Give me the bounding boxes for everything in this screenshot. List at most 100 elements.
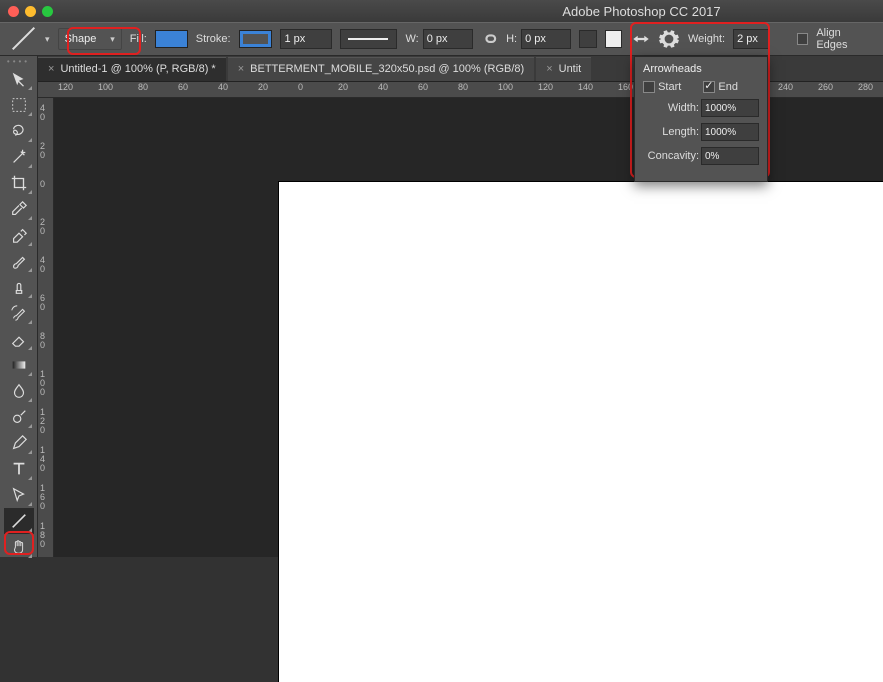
ruler-tick: 160 [618, 82, 633, 92]
arrow-length-label: Length: [643, 126, 699, 138]
ruler-tick: 100 [40, 370, 45, 397]
start-label: Start [658, 81, 681, 93]
ruler-tick: 120 [58, 82, 73, 92]
arrow-concavity-label: Concavity: [643, 150, 699, 162]
crop-tool[interactable] [4, 170, 34, 196]
ruler-tick: 40 [218, 82, 228, 92]
ruler-tick: 120 [538, 82, 553, 92]
close-window-icon[interactable] [8, 6, 19, 17]
eyedropper-tool[interactable] [4, 196, 34, 222]
lasso-tool[interactable] [4, 118, 34, 144]
panel-title: Arrowheads [643, 63, 759, 75]
stroke-style-dropdown[interactable] [340, 29, 398, 49]
grip-icon[interactable]: •••• [0, 56, 37, 66]
arrow-width-input[interactable] [701, 99, 759, 117]
end-label: End [718, 81, 738, 93]
ruler-tick: 60 [178, 82, 188, 92]
line-tool[interactable] [4, 508, 34, 534]
history-brush-tool[interactable] [4, 300, 34, 326]
path-arrange-icon[interactable] [630, 28, 652, 50]
document-canvas[interactable] [279, 182, 883, 682]
ruler-tick: 100 [98, 82, 113, 92]
arrow-width-label: Width: [643, 102, 699, 114]
move-tool[interactable] [4, 66, 34, 92]
mode-label: Shape [65, 33, 97, 45]
height-input[interactable] [521, 29, 571, 49]
ruler-tick: 160 [40, 484, 45, 511]
align-edges-label: Align Edges [816, 27, 873, 51]
weight-input[interactable] [733, 29, 769, 49]
tab-label: BETTERMENT_MOBILE_320x50.psd @ 100% (RGB… [250, 63, 524, 75]
document-tab[interactable]: × Untitled-1 @ 100% (P, RGB/8) * [38, 57, 226, 81]
chevron-down-icon: ▾ [110, 34, 115, 45]
pick-tool-mode-dropdown[interactable]: Shape ▾ [58, 28, 122, 50]
width-input[interactable] [423, 29, 473, 49]
fill-swatch[interactable] [155, 30, 188, 48]
stroke-swatch[interactable] [239, 30, 272, 48]
ruler-tick: 120 [40, 408, 45, 435]
magic-wand-tool[interactable] [4, 144, 34, 170]
document-tab[interactable]: × Untit [536, 57, 591, 81]
ruler-tick: 260 [818, 82, 833, 92]
ruler-tick: 20 [40, 142, 45, 160]
minimize-window-icon[interactable] [25, 6, 36, 17]
ruler-tick: 80 [458, 82, 468, 92]
ruler-tick: 0 [40, 180, 45, 189]
ruler-tick: 20 [338, 82, 348, 92]
ruler-tick: 60 [418, 82, 428, 92]
tab-label: Untitled-1 @ 100% (P, RGB/8) * [60, 63, 215, 75]
link-icon[interactable] [481, 30, 498, 48]
document-tab[interactable]: × BETTERMENT_MOBILE_320x50.psd @ 100% (R… [228, 57, 534, 81]
ruler-tick: 20 [258, 82, 268, 92]
ruler-tick: 80 [138, 82, 148, 92]
blur-tool[interactable] [4, 378, 34, 404]
stamp-tool[interactable] [4, 274, 34, 300]
arrow-concavity-input[interactable] [701, 147, 759, 165]
ruler-tick: 140 [578, 82, 593, 92]
options-bar: ▾ Shape ▾ Fill: Stroke: W: H: Weight: Al… [0, 22, 883, 56]
brush-tool[interactable] [4, 248, 34, 274]
close-icon[interactable]: × [546, 63, 552, 75]
weight-label: Weight: [688, 33, 725, 45]
title-bar: Adobe Photoshop CC 2017 [0, 0, 883, 22]
ruler-tick: 40 [40, 104, 45, 122]
tab-label: Untit [559, 63, 582, 75]
ruler-tick: 140 [40, 446, 45, 473]
vertical-ruler[interactable]: 4020020406080100120140160180 [38, 98, 54, 557]
zoom-window-icon[interactable] [42, 6, 53, 17]
path-ops-icon[interactable] [579, 30, 596, 48]
ruler-tick: 100 [498, 82, 513, 92]
height-label: H: [506, 33, 517, 45]
ruler-tick: 40 [378, 82, 388, 92]
gradient-tool[interactable] [4, 352, 34, 378]
dodge-tool[interactable] [4, 404, 34, 430]
app-title: Adobe Photoshop CC 2017 [562, 4, 720, 19]
ruler-tick: 20 [40, 218, 45, 236]
window-controls [8, 6, 53, 17]
path-align-icon[interactable] [605, 30, 622, 48]
hand-tool[interactable] [4, 534, 34, 560]
tool-preset-icon[interactable] [10, 29, 37, 49]
pen-tool[interactable] [4, 430, 34, 456]
align-edges-checkbox[interactable] [797, 33, 809, 45]
ruler-tick: 60 [40, 294, 45, 312]
stroke-width-input[interactable] [280, 29, 332, 49]
close-icon[interactable]: × [238, 63, 244, 75]
close-icon[interactable]: × [48, 63, 54, 75]
ruler-tick: 180 [40, 522, 45, 549]
gear-icon[interactable] [658, 28, 680, 50]
ruler-tick: 240 [778, 82, 793, 92]
marquee-tool[interactable] [4, 92, 34, 118]
end-checkbox[interactable] [703, 81, 715, 93]
path-select-tool[interactable] [4, 482, 34, 508]
stroke-label: Stroke: [196, 33, 231, 45]
fill-label: Fill: [130, 33, 147, 45]
chevron-down-icon[interactable]: ▾ [45, 34, 50, 45]
healing-tool[interactable] [4, 222, 34, 248]
arrow-length-input[interactable] [701, 123, 759, 141]
arrowheads-panel: Arrowheads Start End Width: Length: Conc… [634, 56, 768, 182]
type-tool[interactable] [4, 456, 34, 482]
eraser-tool[interactable] [4, 326, 34, 352]
start-checkbox[interactable] [643, 81, 655, 93]
ruler-tick: 80 [40, 332, 45, 350]
